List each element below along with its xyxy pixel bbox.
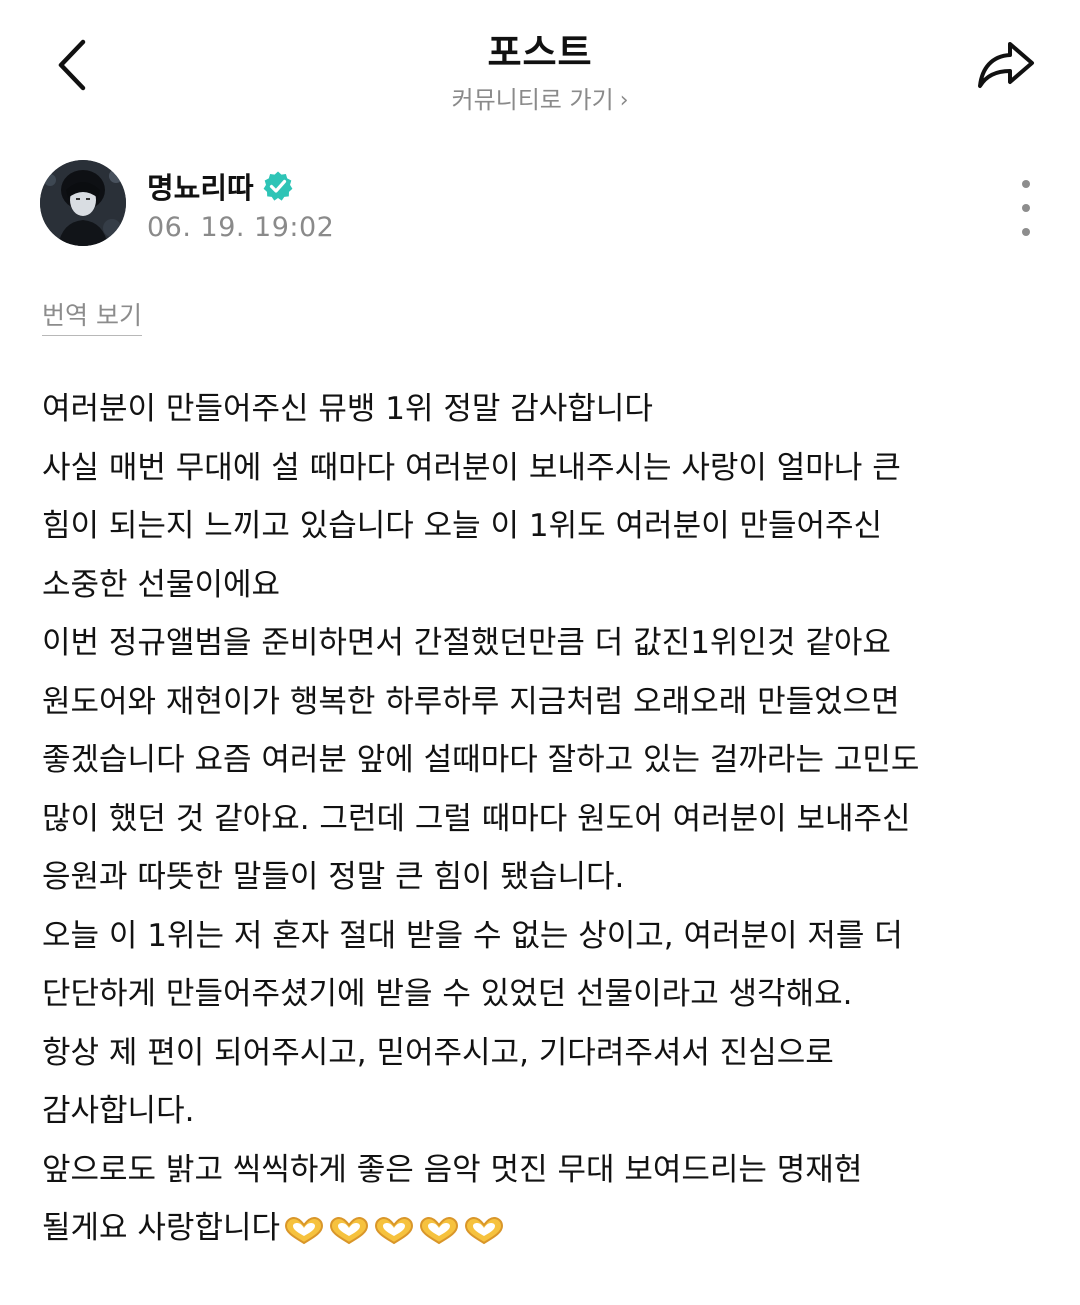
post-line: 오늘 이 1위는 저 혼자 절대 받을 수 없는 상이고, 여러분이 저를 더 <box>42 917 903 954</box>
post-line: 소중한 선물이에요 <box>42 566 281 603</box>
top-bar: 포스트 커뮤니티로 가기 › <box>0 0 1080 130</box>
more-options-button[interactable] <box>1006 180 1046 236</box>
heart-hands-icon <box>375 1216 414 1244</box>
heart-hands-icon <box>330 1216 369 1244</box>
community-link-label: 커뮤니티로 가기 <box>451 86 614 114</box>
avatar[interactable] <box>40 160 126 246</box>
post-line: 감사합니다. <box>42 1093 195 1129</box>
post-line: 여러분이 만들어주신 뮤뱅 1위 정말 감사합니다 <box>42 391 653 427</box>
post-line: 항상 제 편이 되어주시고, 믿어주시고, 기다려주셔서 진심으로 <box>42 1034 834 1071</box>
post-line-last: 될게요 사랑합니다 <box>42 1199 1042 1258</box>
heart-hands-icon <box>465 1216 504 1244</box>
post-line-text: 될게요 사랑합니다 <box>42 1210 281 1246</box>
chevron-right-icon: › <box>619 88 629 113</box>
post-line: 원도어와 재현이가 행복한 하루하루 지금처럼 오래오래 만들었으면 <box>42 683 900 720</box>
post-line: 좋겠습니다 요즘 여러분 앞에 설때마다 잘하고 있는 걸까라는 고민도 <box>42 742 920 778</box>
author-name[interactable]: 명뇨리따 <box>147 165 254 207</box>
page-title: 포스트 <box>487 31 593 74</box>
share-arrow-icon <box>978 42 1034 88</box>
post-line: 사실 매번 무대에 설 때마다 여러분이 보내주시는 사랑이 얼마나 큰 <box>42 449 901 486</box>
post-line: 앞으로도 밝고 씩씩하게 좋은 음악 멋진 무대 보여드리는 명재현 <box>42 1151 863 1188</box>
author-section: 명뇨리따 06. 19. 19:02 <box>40 160 1040 250</box>
post-line: 많이 했던 것 같아요. 그런데 그럴 때마다 원도어 여러분이 보내주신 <box>42 800 911 837</box>
author-name-row: 명뇨리따 <box>147 164 294 208</box>
verified-badge-icon <box>263 171 293 201</box>
post-line: 응원과 따뜻한 말들이 정말 큰 힘이 됐습니다. <box>42 859 625 895</box>
more-vertical-icon-dot-1 <box>1022 180 1030 188</box>
community-link[interactable]: 커뮤니티로 가기 › <box>0 80 1080 115</box>
heart-hands-icon <box>285 1216 324 1244</box>
post-line: 단단하게 만들어주셨기에 받을 수 있었던 선물이라고 생각해요. <box>42 976 853 1012</box>
avatar-image <box>40 160 126 246</box>
more-vertical-icon-dot-2 <box>1022 204 1030 212</box>
translate-button[interactable]: 번역 보기 <box>42 296 142 336</box>
heart-hands-icon <box>420 1216 459 1244</box>
post-body: 여러분이 만들어주신 뮤뱅 1위 정말 감사합니다 사실 매번 무대에 설 때마… <box>42 380 1042 1258</box>
post-timestamp: 06. 19. 19:02 <box>147 212 335 243</box>
post-line: 이번 정규앨범을 준비하면서 간절했던만큼 더 값진1위인것 같아요 <box>42 625 891 661</box>
heart-hands-emoji-group <box>282 1200 507 1259</box>
more-vertical-icon-dot-3 <box>1022 228 1030 236</box>
share-button[interactable] <box>966 30 1046 100</box>
post-line: 힘이 되는지 느끼고 있습니다 오늘 이 1위도 여러분이 만들어주신 <box>42 508 883 544</box>
